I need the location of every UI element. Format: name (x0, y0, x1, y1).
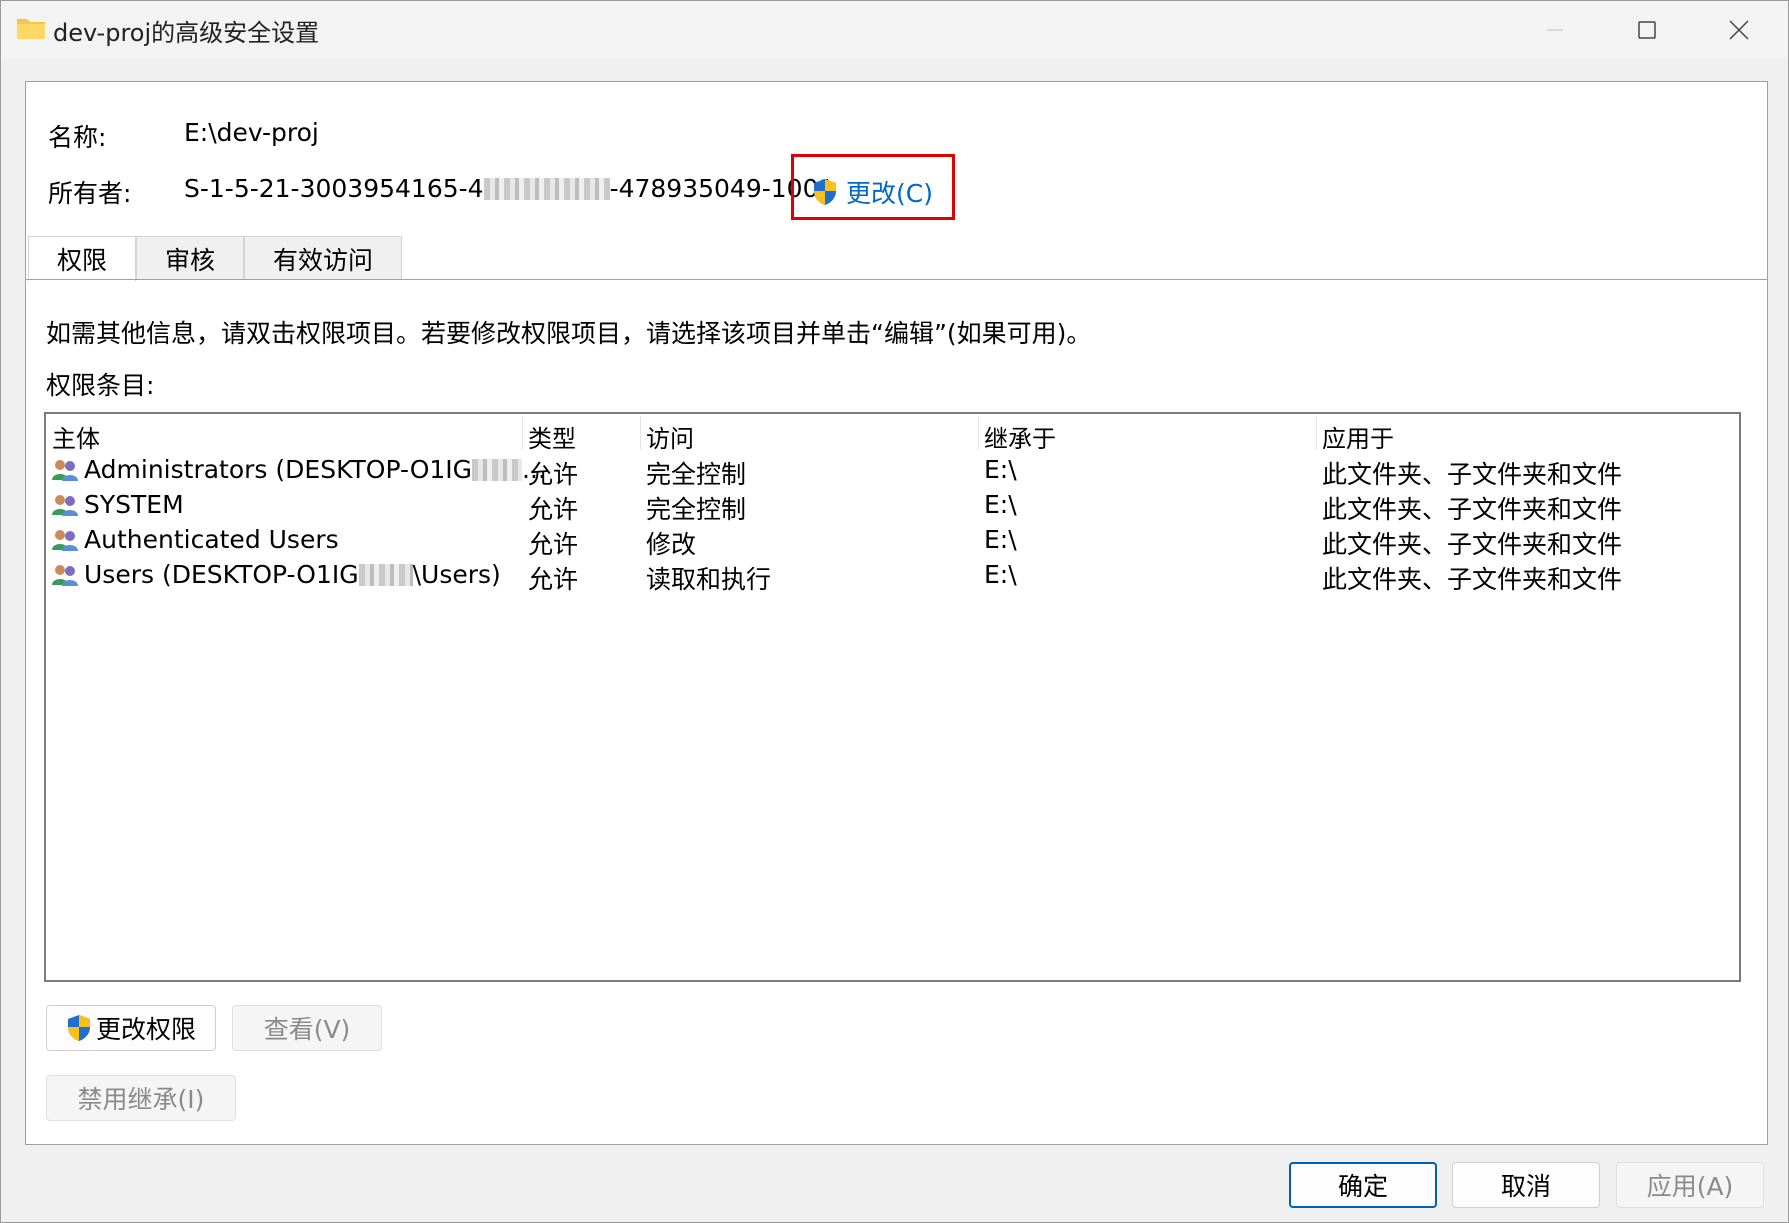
cell-access: 完全控制 (646, 460, 747, 489)
title-bar: dev-proj的高级安全设置 (1, 1, 1788, 59)
cell-access: 修改 (646, 530, 697, 559)
tab-strip: 权限 审核 有效访问 (28, 236, 403, 281)
redacted-block (472, 459, 523, 481)
column-header-inherited-from[interactable]: 继承于 (984, 419, 1056, 454)
column-separator[interactable] (640, 416, 641, 450)
tab-auditing[interactable]: 审核 (136, 236, 245, 280)
tab-divider (26, 279, 1767, 280)
apply-button[interactable]: 应用(A) (1616, 1162, 1764, 1208)
table-row[interactable]: SYSTEM 允许 完全控制 E:\ 此文件夹、子文件夹和文件 (46, 487, 1739, 524)
cell-access: 读取和执行 (646, 565, 772, 594)
view-button[interactable]: 查看(V) (232, 1005, 382, 1051)
minimize-icon (1547, 29, 1563, 31)
tab-permissions[interactable]: 权限 (28, 236, 137, 281)
principal-text: Administrators (DESKTOP-O1IG (84, 455, 473, 484)
principal-text: Authenticated Users (84, 525, 339, 554)
cell-inherited-from: E:\ (984, 560, 1017, 589)
close-icon (1729, 20, 1749, 40)
permissions-hint: 如需其他信息，请双击权限项目。若要修改权限项目，请选择该项目并单击“编辑”(如果… (46, 319, 1092, 348)
name-label: 名称: (48, 123, 107, 152)
redacted-block (483, 178, 610, 200)
column-header-access[interactable]: 访问 (646, 419, 694, 454)
cell-inherited-from: E:\ (984, 455, 1017, 484)
cell-applies-to: 此文件夹、子文件夹和文件 (1322, 530, 1623, 559)
list-header: 主体 类型 访问 继承于 应用于 (46, 414, 1739, 454)
cell-type: 允许 (528, 565, 579, 594)
principal-suffix: \Users) (412, 560, 501, 589)
cell-applies-to: 此文件夹、子文件夹和文件 (1322, 565, 1623, 594)
cell-access: 完全控制 (646, 495, 747, 524)
principal-text: SYSTEM (84, 490, 184, 519)
cell-applies-to: 此文件夹、子文件夹和文件 (1322, 460, 1623, 489)
ok-button[interactable]: 确定 (1289, 1162, 1437, 1208)
column-header-principal[interactable]: 主体 (52, 419, 100, 454)
user-group-icon (52, 460, 78, 481)
cell-type: 允许 (528, 460, 579, 489)
uac-shield-icon (814, 179, 836, 205)
permission-entries-label: 权限条目: (46, 371, 155, 400)
table-row[interactable]: Users (DESKTOP-O1IG \Users) 允许 读取和执行 E:\… (46, 557, 1739, 594)
minimize-button[interactable] (1509, 1, 1601, 59)
user-group-icon (52, 530, 78, 551)
cell-type: 允许 (528, 495, 579, 524)
column-separator[interactable] (1316, 416, 1317, 450)
cell-type: 允许 (528, 530, 579, 559)
cell-principal: Administrators (DESKTOP-O1IG ... (84, 455, 546, 484)
cancel-button[interactable]: 取消 (1452, 1162, 1600, 1208)
main-panel: 名称: E:\dev-proj 所有者: S-1-5-21-3003954165… (25, 81, 1768, 1145)
column-separator[interactable] (522, 416, 523, 450)
cell-inherited-from: E:\ (984, 525, 1017, 554)
user-group-icon (52, 495, 78, 516)
cell-inherited-from: E:\ (984, 490, 1017, 519)
column-header-type[interactable]: 类型 (528, 419, 576, 454)
owner-value: S-1-5-21-3003954165-4 -478935049-1001 (184, 174, 834, 203)
cell-applies-to: 此文件夹、子文件夹和文件 (1322, 495, 1623, 524)
maximize-button[interactable] (1601, 1, 1693, 59)
change-permissions-label: 更改权限 (95, 1015, 196, 1044)
window-title: dev-proj的高级安全设置 (53, 19, 320, 47)
change-permissions-button[interactable]: 更改权限 (46, 1005, 216, 1051)
table-row[interactable]: Administrators (DESKTOP-O1IG ... 允许 完全控制… (46, 452, 1739, 489)
maximize-icon (1638, 21, 1656, 39)
permission-entries-list[interactable]: 主体 类型 访问 继承于 应用于 Administrators (DESKTOP… (44, 412, 1741, 982)
principal-text: Users (DESKTOP-O1IG (84, 560, 359, 589)
cell-principal: Users (DESKTOP-O1IG \Users) (84, 560, 501, 589)
cell-principal: SYSTEM (84, 490, 184, 519)
change-owner-link[interactable]: 更改(C) (812, 174, 933, 210)
table-row[interactable]: Authenticated Users 允许 修改 E:\ 此文件夹、子文件夹和… (46, 522, 1739, 559)
tab-effective-access[interactable]: 有效访问 (244, 236, 403, 280)
change-owner-label: 更改(C) (846, 179, 933, 208)
disable-inheritance-button[interactable]: 禁用继承(I) (46, 1075, 236, 1121)
cell-principal: Authenticated Users (84, 525, 339, 554)
owner-value-prefix: S-1-5-21-3003954165-4 (184, 174, 484, 203)
security-settings-window: dev-proj的高级安全设置 名称: E:\dev-proj 所有者: S-1… (0, 0, 1789, 1223)
column-header-applies-to[interactable]: 应用于 (1322, 419, 1394, 454)
user-group-icon (52, 565, 78, 586)
folder-icon (17, 19, 45, 39)
uac-shield-icon (67, 1015, 90, 1041)
name-value: E:\dev-proj (184, 118, 319, 147)
owner-label: 所有者: (48, 179, 132, 208)
close-button[interactable] (1693, 1, 1785, 59)
column-separator[interactable] (978, 416, 979, 450)
redacted-block (358, 564, 413, 586)
